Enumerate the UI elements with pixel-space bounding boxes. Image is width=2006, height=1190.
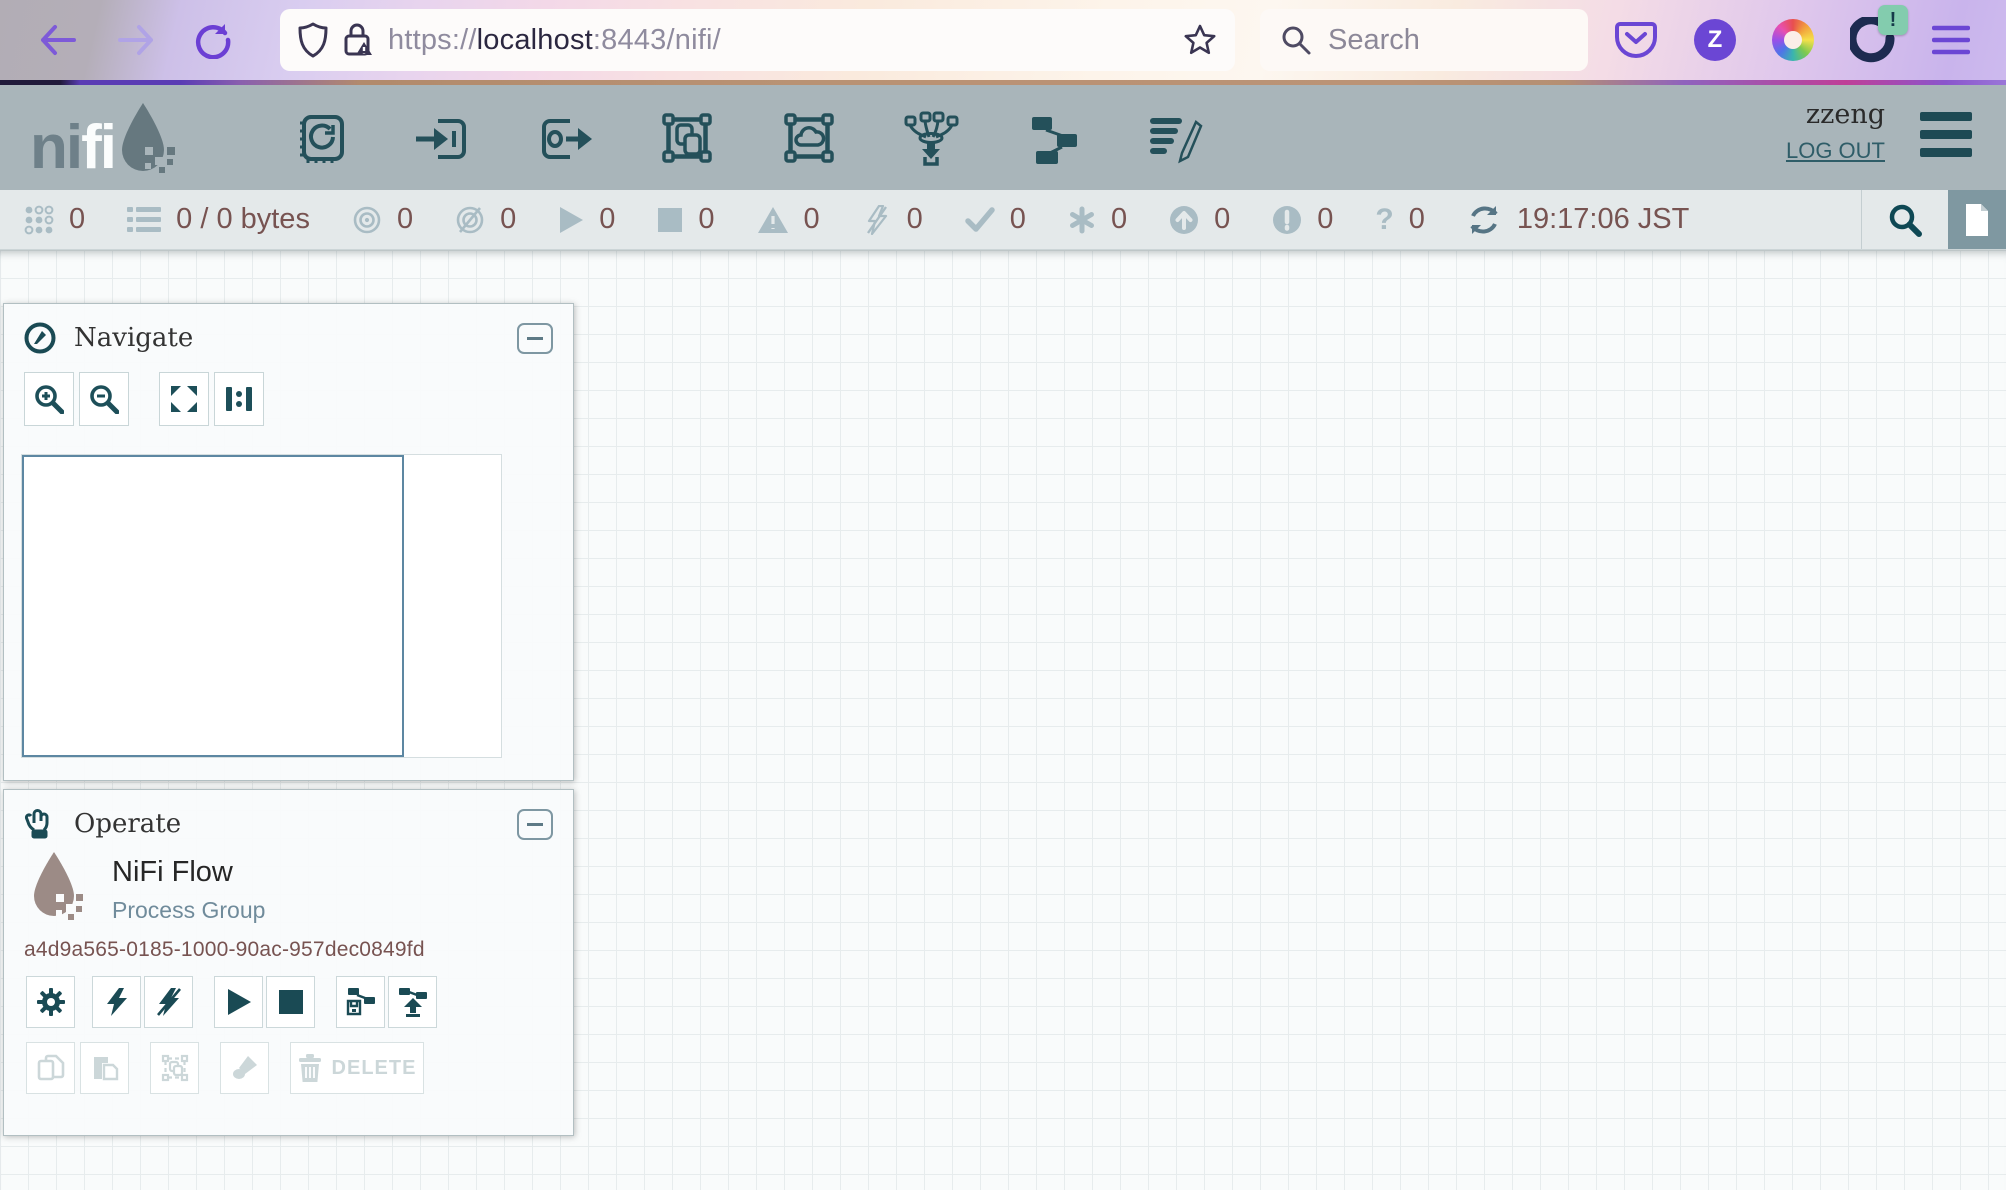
process-group-icon[interactable] (658, 109, 716, 167)
selected-component-type: Process Group (112, 897, 265, 924)
delete-button[interactable]: DELETE (290, 1042, 424, 1094)
stale-icon (1169, 205, 1199, 235)
delete-label: DELETE (332, 1057, 417, 1080)
navigate-palette: Navigate (3, 303, 574, 781)
transmitting-icon (352, 205, 382, 235)
browser-forward-button[interactable] (116, 23, 156, 57)
selected-component-id: a4d9a565-0185-1000-90ac-957dec0849fd (24, 938, 573, 962)
funnel-icon[interactable] (902, 109, 960, 167)
flow-status-bar: 0 0 / 0 bytes 0 0 (0, 190, 2006, 250)
trash-icon (298, 1054, 322, 1082)
disabled-icon (862, 205, 892, 235)
process-group-droplet-icon (28, 850, 84, 922)
navigate-collapse-button[interactable] (517, 323, 553, 354)
browser-toolbar: https://localhost:8443/nifi/ Search Z ! (0, 0, 2006, 80)
search-icon (1280, 24, 1312, 56)
shield-icon[interactable] (298, 22, 328, 58)
pocket-icon[interactable] (1614, 20, 1658, 60)
browser-reload-button[interactable] (194, 21, 232, 59)
change-color-button[interactable] (220, 1042, 269, 1094)
stopped-status: 0 (657, 203, 714, 236)
queued-icon (127, 206, 161, 234)
label-icon[interactable] (1146, 109, 1204, 167)
enable-button[interactable] (92, 976, 141, 1028)
logout-link[interactable]: LOG OUT (1786, 138, 1885, 164)
selected-component-name: NiFi Flow (112, 856, 265, 889)
revert-flow-version-button[interactable] (388, 976, 437, 1028)
flow-search-icon[interactable] (1862, 203, 1948, 237)
group-button[interactable] (150, 1042, 199, 1094)
stop-button[interactable] (266, 976, 315, 1028)
global-menu-icon[interactable] (1920, 112, 1972, 157)
up-to-date-icon (965, 207, 995, 233)
processor-icon[interactable] (292, 109, 350, 167)
operate-title: Operate (74, 809, 517, 839)
browser-back-button[interactable] (38, 23, 78, 57)
running-icon (558, 206, 584, 234)
birdseye-viewport[interactable] (22, 455, 404, 757)
locally-modified-status: 0 (1068, 203, 1127, 236)
stopped-icon (657, 207, 683, 233)
paste-button[interactable] (80, 1042, 129, 1094)
extension-z-icon[interactable]: Z (1694, 19, 1736, 61)
running-status: 0 (558, 203, 615, 236)
url-text: https://localhost:8443/nifi/ (388, 24, 1169, 57)
zoom-in-button[interactable] (24, 372, 74, 426)
sync-failure-status: ? 0 (1375, 203, 1424, 236)
bookmark-star-icon[interactable] (1183, 23, 1217, 57)
transmitting-status: 0 (352, 203, 413, 236)
template-icon[interactable] (1024, 109, 1082, 167)
zoom-actual-size-button[interactable] (214, 372, 264, 426)
extension-alert-badge: ! (1878, 5, 1908, 35)
up-to-date-status: 0 (965, 203, 1026, 236)
nifi-logo: nifi (30, 101, 246, 175)
extension-privacy-icon[interactable]: ! (1850, 17, 1896, 63)
not-transmitting-status: 0 (455, 203, 516, 236)
locally-modified-stale-status: 0 (1272, 203, 1333, 236)
hand-glove-icon (24, 808, 56, 840)
invalid-icon (757, 206, 789, 234)
minus-icon (527, 823, 543, 826)
active-threads-icon (24, 205, 54, 235)
compass-icon (24, 322, 56, 354)
refresh-icon[interactable] (1467, 204, 1501, 236)
disabled-status: 0 (862, 203, 923, 236)
operate-collapse-button[interactable] (517, 809, 553, 840)
input-port-icon[interactable] (414, 109, 472, 167)
zoom-fit-button[interactable] (159, 372, 209, 426)
copy-button[interactable] (26, 1042, 75, 1094)
nifi-droplet-icon (115, 101, 179, 175)
output-port-icon[interactable] (536, 109, 594, 167)
current-user: zzeng (1786, 99, 1885, 130)
search-placeholder: Search (1328, 24, 1420, 57)
zoom-out-button[interactable] (79, 372, 129, 426)
browser-menu-icon[interactable] (1932, 25, 1970, 55)
stale-status: 0 (1169, 203, 1230, 236)
lock-warning-icon[interactable] (342, 22, 374, 58)
operate-palette: Operate NiFi Flow Process Group a4d9a565… (3, 789, 574, 1136)
bulletin-panel-toggle[interactable] (1948, 190, 2006, 249)
not-transmitting-icon (455, 205, 485, 235)
browser-search-box[interactable]: Search (1260, 9, 1588, 71)
extension-pinwheel-icon[interactable] (1772, 19, 1814, 61)
minus-icon (527, 337, 543, 340)
flow-canvas[interactable]: Navigate (0, 250, 2006, 1190)
nifi-header: nifi (0, 85, 2006, 190)
invalid-status: 0 (757, 203, 820, 236)
start-button[interactable] (214, 976, 263, 1028)
locally-modified-icon (1068, 206, 1096, 234)
sync-failure-icon: ? (1375, 205, 1393, 235)
remote-process-group-icon[interactable] (780, 109, 838, 167)
queued-status: 0 / 0 bytes (127, 203, 310, 236)
configure-button[interactable] (26, 976, 75, 1028)
url-bar[interactable]: https://localhost:8443/nifi/ (280, 9, 1235, 71)
last-refreshed-time: 19:17:06 JST (1517, 203, 1690, 236)
save-flow-version-button[interactable] (336, 976, 385, 1028)
active-threads-status: 0 (24, 203, 85, 236)
disable-button[interactable] (144, 976, 193, 1028)
component-toolbar (292, 109, 1204, 167)
navigate-title: Navigate (74, 323, 517, 353)
birdseye-minimap[interactable] (21, 454, 502, 758)
locally-modified-stale-icon (1272, 205, 1302, 235)
